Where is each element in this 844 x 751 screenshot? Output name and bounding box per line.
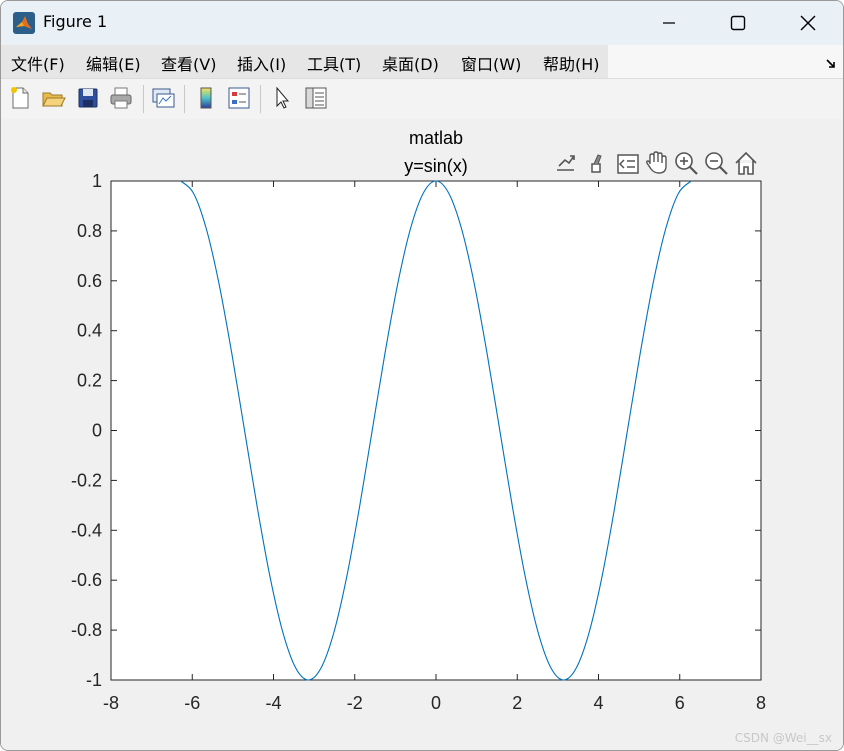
menu-desktop[interactable]: 桌面(D): [382, 51, 439, 75]
menu-bar: 文件(F) 编辑(E) 查看(V) 插入(I) 工具(T) 桌面(D) 窗口(W…: [1, 45, 843, 78]
maximize-icon: [730, 15, 746, 31]
pan-icon[interactable]: [645, 151, 667, 174]
axes-box[interactable]: [110, 180, 762, 681]
x-tick-label: -2: [347, 693, 363, 713]
edit-plot-icon[interactable]: [269, 85, 295, 111]
y-tick-label: -0.6: [71, 570, 102, 590]
maximize-button[interactable]: [715, 1, 761, 45]
link-plot-icon[interactable]: [150, 85, 176, 111]
brush-icon[interactable]: [591, 154, 602, 173]
x-tick-label: 2: [512, 693, 522, 713]
menu-view[interactable]: 查看(V): [161, 51, 216, 75]
y-tick-label: 0: [92, 421, 102, 441]
toolbar-separator: [260, 85, 261, 113]
x-tick-label: -8: [103, 693, 119, 713]
insert-legend-icon[interactable]: [226, 85, 252, 111]
menu-file[interactable]: 文件(F): [11, 51, 65, 75]
x-tick-label: 6: [675, 693, 685, 713]
y-tick-label: -0.4: [71, 520, 102, 540]
menu-edit[interactable]: 编辑(E): [86, 51, 141, 75]
y-tick-label: -1: [86, 670, 102, 690]
y-tick-label: 0.4: [77, 321, 102, 341]
close-icon: [800, 15, 816, 31]
plot-area[interactable]: matlab y=sin(x) -8 -6 -4 -2 0 2 4 6 810.…: [0, 118, 842, 749]
y-tick-label: -0.8: [71, 620, 102, 640]
menu-tools[interactable]: 工具(T): [307, 51, 361, 75]
y-tick-label: 0.8: [77, 221, 102, 241]
axes-toolbar: [557, 151, 757, 175]
print-icon[interactable]: [108, 85, 134, 111]
menu-help[interactable]: 帮助(H): [543, 51, 600, 75]
chart-title: matlab: [409, 128, 463, 148]
window-title: Figure 1: [43, 12, 108, 31]
x-tick-label: -4: [265, 693, 281, 713]
watermark-text: CSDN @Wei__sx: [734, 731, 832, 745]
y-tick-label: 0.6: [77, 271, 102, 291]
insert-colorbar-icon[interactable]: [193, 85, 219, 111]
x-tick-label: 4: [593, 693, 603, 713]
zoom-out-icon[interactable]: [705, 152, 728, 175]
export-icon[interactable]: [557, 155, 575, 171]
x-tick-label: -6: [184, 693, 200, 713]
save-icon[interactable]: [75, 85, 101, 111]
figure-toolbar: [1, 78, 843, 120]
x-tick-label: 8: [756, 693, 766, 713]
home-icon[interactable]: [735, 151, 757, 175]
toolbar-separator: [184, 85, 185, 113]
menu-window[interactable]: 窗口(W): [461, 51, 521, 75]
minimize-button[interactable]: [646, 1, 692, 45]
zoom-in-icon[interactable]: [675, 152, 698, 175]
matlab-logo-icon: [13, 12, 35, 34]
x-tick-label: 0: [431, 693, 441, 713]
menu-insert[interactable]: 插入(I): [237, 51, 286, 75]
data-tips-icon[interactable]: [617, 154, 639, 174]
close-button[interactable]: [785, 1, 831, 45]
title-bar[interactable]: Figure 1: [1, 1, 843, 45]
y-tick-label: -0.2: [71, 470, 102, 490]
y-tick-label: 0.2: [77, 371, 102, 391]
new-figure-icon[interactable]: [7, 85, 33, 111]
y-tick-label: 1: [92, 171, 102, 191]
chart-subtitle: y=sin(x): [404, 156, 468, 176]
toolbar-separator: [143, 85, 144, 113]
property-inspector-icon[interactable]: [303, 85, 329, 111]
dock-arrow-icon[interactable]: [825, 57, 837, 69]
open-file-icon[interactable]: [40, 85, 66, 111]
minimize-icon: [663, 22, 675, 24]
